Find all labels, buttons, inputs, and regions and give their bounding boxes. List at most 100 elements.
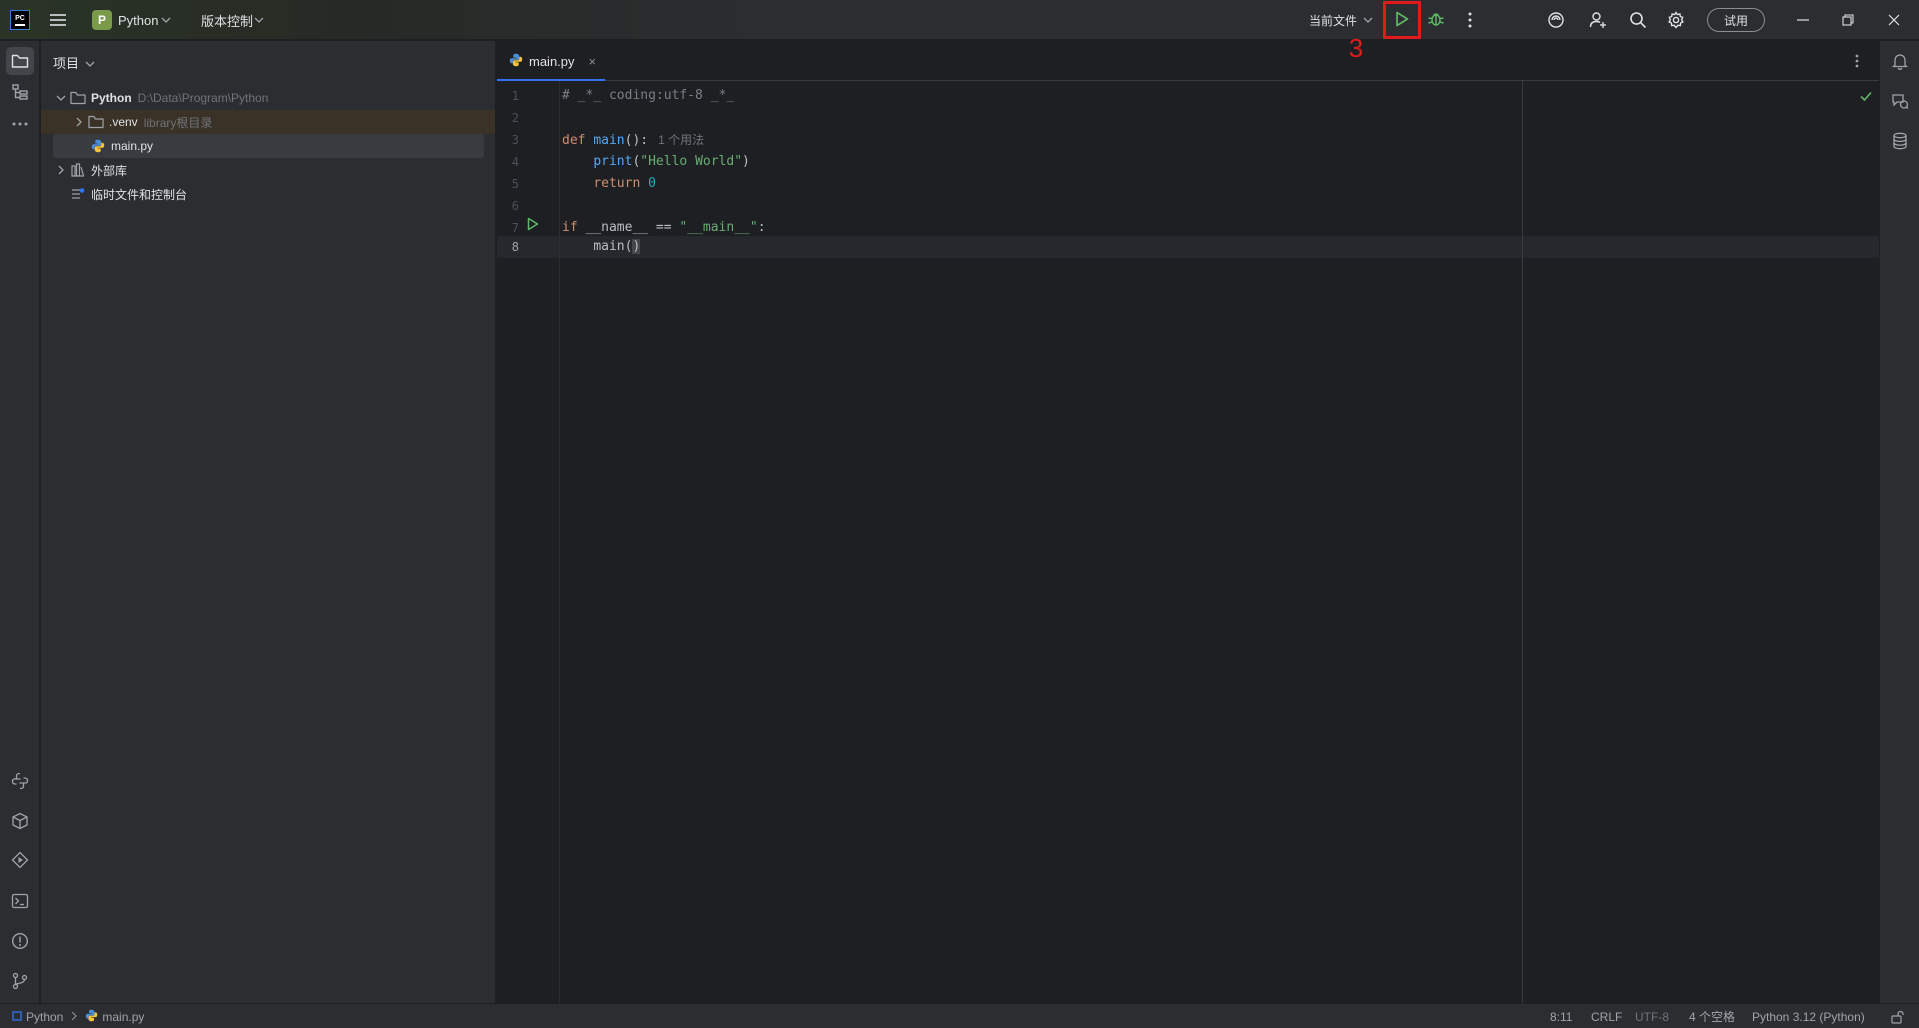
editor-tab-bar: main.py × — [497, 41, 1879, 82]
code-string: "Hello World" — [640, 154, 743, 169]
tab-main-py[interactable]: main.py × — [497, 41, 605, 82]
more-actions-icon[interactable] — [1849, 51, 1865, 71]
run-button[interactable] — [1383, 1, 1421, 39]
problems-icon[interactable] — [6, 927, 34, 955]
project-badge[interactable]: P — [92, 10, 112, 30]
code-number: 0 — [648, 176, 656, 191]
code-line: 1 # _*_ coding:utf-8 _*_ — [497, 85, 1879, 107]
matched-paren: ) — [632, 239, 641, 254]
code-editor[interactable]: 1 # _*_ coding:utf-8 _*_ 2 3 def main():… — [497, 81, 1879, 1003]
breadcrumb-file[interactable]: main.py — [102, 1010, 144, 1024]
code-keyword: return — [593, 176, 641, 191]
library-icon — [69, 162, 87, 178]
folder-icon — [69, 90, 87, 106]
module-icon — [12, 1010, 22, 1024]
code-line: 3 def main(): 1 个用法 — [497, 129, 1879, 151]
trial-button[interactable]: 试用 — [1707, 8, 1765, 32]
tree-item-label: .venv — [109, 115, 138, 129]
services-icon[interactable] — [6, 846, 34, 874]
app-logo-text: PC — [15, 14, 25, 22]
bug-icon — [1427, 10, 1445, 31]
notifications-icon[interactable] — [1886, 47, 1914, 75]
python-packages-icon[interactable] — [6, 807, 34, 835]
tree-item-label: 外部库 — [91, 163, 128, 178]
project-panel-header[interactable]: 项目 — [53, 52, 95, 72]
close-tab-icon[interactable]: × — [589, 54, 597, 69]
panel-title: 项目 — [53, 55, 80, 71]
terminal-icon[interactable] — [6, 887, 34, 915]
more-tools-icon[interactable] — [6, 110, 34, 138]
line-separator[interactable]: CRLF — [1591, 1004, 1622, 1028]
tab-label: main.py — [529, 53, 575, 69]
code-line-current: 8 main() — [497, 236, 1879, 258]
chevron-down-icon[interactable] — [53, 90, 69, 106]
run-configuration-select[interactable]: 当前文件 — [1309, 12, 1357, 28]
python-file-icon — [89, 138, 107, 154]
ai-chat-icon[interactable] — [1886, 87, 1914, 115]
code-text: (): — [624, 133, 649, 148]
git-branch-icon[interactable] — [6, 967, 34, 995]
vcs-menu[interactable]: 版本控制 — [201, 12, 253, 29]
annotation-label: 3 — [1348, 32, 1364, 63]
breadcrumb: Python main.py — [12, 1004, 144, 1028]
code-builtin: print — [593, 154, 633, 169]
code-call: main( — [593, 239, 633, 254]
code-line: 5 return 0 — [497, 173, 1879, 195]
indent-setting[interactable]: 4 个空格 — [1689, 1004, 1735, 1028]
app-logo: PC — [10, 10, 30, 30]
line-number: 3 — [511, 133, 519, 147]
main-menu-icon[interactable] — [44, 8, 72, 32]
tree-item-project-root[interactable]: Python D:\Data\Program\Python — [53, 86, 493, 110]
add-user-icon[interactable] — [1586, 8, 1610, 32]
usage-hint[interactable]: 1 个用法 — [658, 133, 704, 147]
file-encoding[interactable]: UTF-8 — [1635, 1004, 1669, 1028]
structure-icon[interactable] — [6, 78, 34, 106]
tree-item-venv[interactable]: .venv library根目录 — [41, 110, 495, 134]
chevron-down-icon[interactable] — [160, 12, 172, 28]
python-file-icon — [509, 53, 523, 70]
project-tool-icon[interactable] — [6, 47, 34, 75]
close-icon[interactable] — [1880, 8, 1908, 32]
code-line: 2 — [497, 107, 1879, 129]
project-name[interactable]: Python — [118, 12, 158, 28]
minimize-icon[interactable] — [1789, 8, 1817, 32]
caret-position[interactable]: 8:11 — [1550, 1004, 1572, 1028]
chevron-down-icon[interactable] — [253, 12, 265, 28]
chevron-down-icon[interactable] — [85, 55, 95, 70]
more-actions-icon[interactable] — [1460, 8, 1480, 32]
line-number: 1 — [511, 89, 519, 103]
database-icon[interactable] — [1886, 127, 1914, 155]
title-bar: PC P Python 版本控制 当前文件 3 试用 — [0, 0, 1919, 63]
tree-item-scratches[interactable]: 临时文件和控制台 — [69, 182, 493, 206]
line-number: 4 — [511, 155, 519, 169]
tree-item-main-py[interactable]: main.py — [53, 134, 484, 158]
line-number: 5 — [511, 177, 519, 191]
tree-item-hint: library根目录 — [143, 115, 213, 130]
breadcrumb-project[interactable]: Python — [26, 1010, 63, 1024]
restore-icon[interactable] — [1834, 8, 1862, 32]
code-string: "__main__" — [679, 220, 758, 235]
line-number: 8 — [511, 240, 519, 254]
debug-button[interactable] — [1424, 8, 1448, 32]
code-keyword: if — [562, 220, 578, 235]
tree-item-label: 临时文件和控制台 — [91, 187, 188, 202]
ai-assistant-icon[interactable] — [1544, 8, 1568, 32]
interpreter-select[interactable]: Python 3.12 (Python) — [1752, 1004, 1865, 1028]
chevron-right-icon — [71, 1010, 78, 1024]
lock-icon[interactable] — [1890, 1004, 1904, 1028]
search-icon[interactable] — [1626, 8, 1650, 32]
gear-icon[interactable] — [1664, 8, 1688, 32]
chevron-down-icon[interactable] — [1362, 12, 1374, 28]
left-tool-strip — [0, 41, 40, 1003]
chevron-right-icon[interactable] — [53, 162, 69, 178]
code-function-name: main — [593, 133, 625, 148]
tree-item-label: Python — [91, 91, 132, 105]
tree-item-path: D:\Data\Program\Python — [137, 91, 269, 105]
line-number: 2 — [511, 111, 519, 125]
tree-item-external-libraries[interactable]: 外部库 — [53, 158, 493, 182]
code-keyword: def — [562, 133, 586, 148]
tree-item-label: main.py — [111, 139, 154, 153]
python-console-icon[interactable] — [6, 767, 34, 795]
chevron-right-icon[interactable] — [71, 114, 87, 130]
line-number: 6 — [511, 199, 519, 213]
